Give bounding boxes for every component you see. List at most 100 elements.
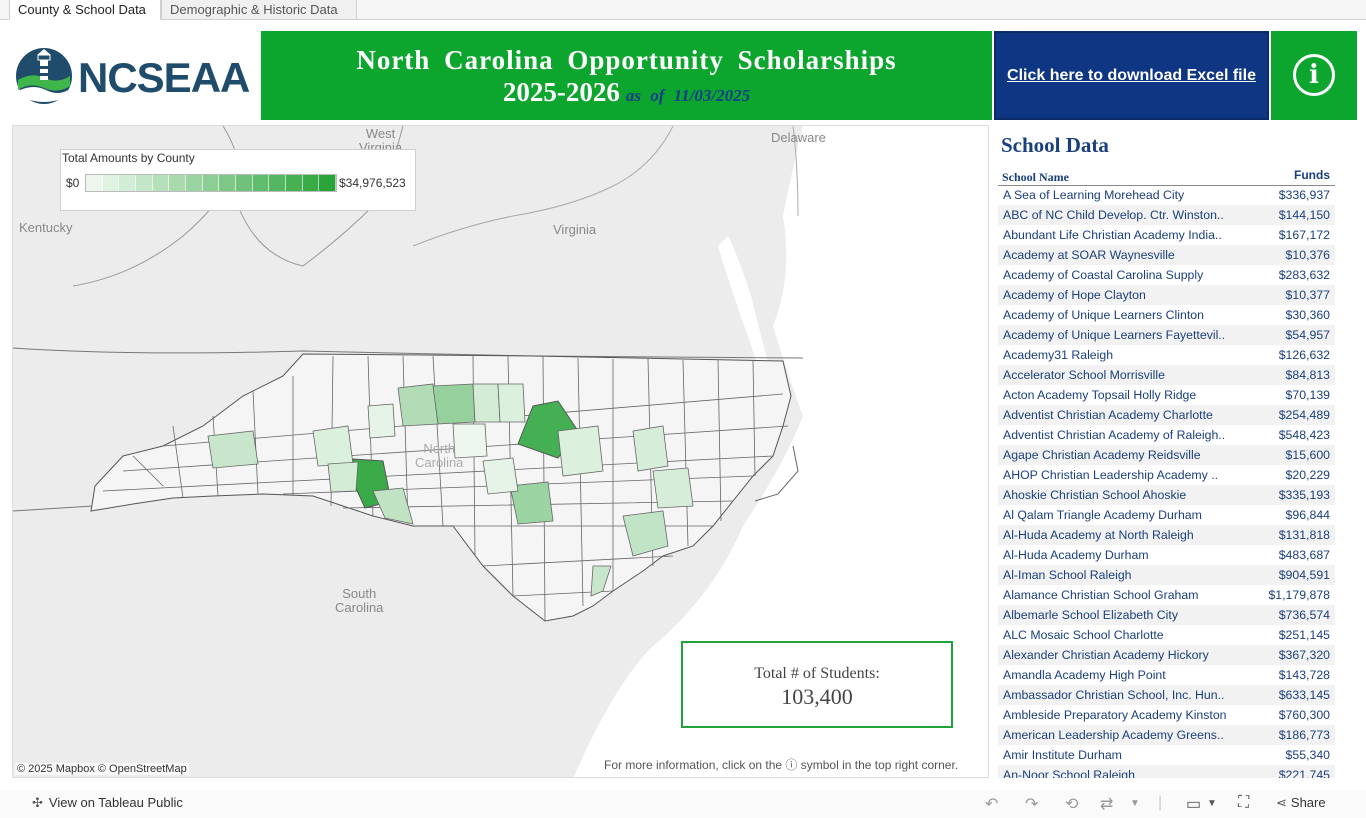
legend-swatch (169, 175, 187, 191)
download-excel-box: Click here to download Excel file (994, 31, 1269, 120)
school-name: Ahoskie Christian School Ahoskie (1003, 488, 1187, 502)
info-circle-icon[interactable]: i (1293, 54, 1335, 96)
school-row[interactable]: ABC of NC Child Develop. Ctr. Winston.. $… (998, 205, 1335, 225)
school-row[interactable]: A Sea of Learning Morehead City $336,937 (998, 185, 1335, 205)
county-map[interactable]: West Virginia Delaware Kentucky Virginia… (12, 125, 989, 778)
school-funds: $10,377 (1285, 288, 1330, 302)
tableau-icon: ✣ (32, 795, 43, 810)
share-label: Share (1290, 795, 1326, 810)
school-name: Adventist Christian Academy Charlotte (1003, 408, 1213, 422)
legend-swatch (152, 175, 170, 191)
school-data-panel: School Data School Name Funds A Sea of L… (998, 125, 1338, 778)
school-row[interactable]: AHOP Christian Leadership Academy .. $20,… (998, 465, 1335, 485)
school-row[interactable]: An-Noor School Raleigh $221,745 (998, 765, 1335, 778)
school-name: A Sea of Learning Morehead City (1003, 188, 1185, 202)
school-name: Alamance Christian School Graham (1003, 588, 1199, 602)
school-row[interactable]: Al Qalam Triangle Academy Durham $96,844 (998, 505, 1335, 525)
school-name: Alexander Christian Academy Hickory (1003, 648, 1209, 662)
more-info-note: For more information, click on the ⓘ sym… (604, 758, 959, 772)
comment-dropdown-icon[interactable]: ▼ (1207, 798, 1217, 809)
school-name: Ambassador Christian School, Inc. Hun.. (1003, 688, 1225, 702)
school-row[interactable]: Albemarle School Elizabeth City $736,574 (998, 605, 1335, 625)
school-funds: $15,600 (1285, 448, 1330, 462)
school-row[interactable]: Al-Huda Academy Durham $483,687 (998, 545, 1335, 565)
legend-swatch (219, 175, 237, 191)
fullscreen-icon[interactable]: ⛶ (1238, 794, 1249, 812)
school-row[interactable]: Academy of Hope Clayton $10,377 (998, 285, 1335, 305)
school-row[interactable]: Amir Institute Durham $55,340 (998, 745, 1335, 765)
as-of-date: as of 11/03/2025 (625, 86, 751, 105)
school-name: Amandla Academy High Point (1003, 668, 1166, 682)
school-funds: $126,632 (1278, 348, 1330, 362)
redo-icon[interactable]: ↷ (1025, 794, 1038, 814)
school-name: American Leadership Academy Greens.. (1003, 728, 1224, 742)
school-year: 2025-2026 (502, 77, 620, 107)
download-excel-link[interactable]: Click here to download Excel file (996, 67, 1267, 85)
share-button[interactable]: ⋖ Share (1276, 795, 1326, 811)
school-row[interactable]: Agape Christian Academy Reidsville $15,60… (998, 445, 1335, 465)
share-icon: ⋖ (1276, 795, 1287, 810)
column-header-funds[interactable]: Funds (1294, 168, 1330, 182)
school-name: Academy of Unique Learners Clinton (1003, 308, 1204, 322)
legend-min: $0 (66, 176, 80, 190)
legend-swatch (319, 175, 337, 191)
school-table-body: A Sea of Learning Morehead City $336,937 A… (998, 185, 1335, 778)
undo-icon[interactable]: ↶ (985, 794, 998, 814)
tab-county-school-data[interactable]: County & School Data (9, 0, 161, 20)
school-name: Al Qalam Triangle Academy Durham (1003, 508, 1202, 522)
school-row[interactable]: Abundant Life Christian Academy India.. $… (998, 225, 1335, 245)
school-row[interactable]: Accelerator School Morrisville $84,813 (998, 365, 1335, 385)
school-row[interactable]: Adventist Christian Academy Charlotte $25… (998, 405, 1335, 425)
school-row[interactable]: Al-Huda Academy at North Raleigh $131,818 (998, 525, 1335, 545)
school-row[interactable]: Ambleside Preparatory Academy Kinston $76… (998, 705, 1335, 725)
school-row[interactable]: American Leadership Academy Greens.. $186… (998, 725, 1335, 745)
school-name: Amir Institute Durham (1003, 748, 1122, 762)
school-row[interactable]: Academy31 Raleigh $126,632 (998, 345, 1335, 365)
total-students-box: Total # of Students: 103,400 (681, 641, 953, 728)
school-name: Abundant Life Christian Academy India.. (1003, 228, 1222, 242)
view-on-tableau-button[interactable]: ✣ View on Tableau Public (32, 795, 183, 811)
school-row[interactable]: Academy of Unique Learners Fayettevil.. $… (998, 325, 1335, 345)
school-name: Academy of Unique Learners Fayettevil.. (1003, 328, 1226, 342)
label-virginia: Virginia (553, 222, 597, 237)
revert-icon[interactable]: ⟲ (1065, 794, 1078, 814)
school-row[interactable]: Ambassador Christian School, Inc. Hun.. $… (998, 685, 1335, 705)
chevron-down-icon[interactable]: ▼ (1130, 798, 1140, 809)
school-funds: $483,687 (1278, 548, 1330, 562)
tab-demographic-historic-data[interactable]: Demographic & Historic Data (161, 0, 357, 20)
legend-max: $34,976,523 (339, 176, 406, 190)
lighthouse-logo-icon (16, 48, 72, 104)
school-name: Ambleside Preparatory Academy Kinston (1003, 708, 1227, 722)
school-name: Academy of Hope Clayton (1003, 288, 1146, 302)
school-name: Albemarle School Elizabeth City (1003, 608, 1178, 622)
school-name: An-Noor School Raleigh (1003, 768, 1135, 778)
school-funds: $144,150 (1278, 208, 1330, 222)
school-row[interactable]: Al-Iman School Raleigh $904,591 (998, 565, 1335, 585)
school-row[interactable]: Adventist Christian Academy of Raleigh..… (998, 425, 1335, 445)
map-attribution[interactable]: © 2025 Mapbox © OpenStreetMap (15, 763, 189, 775)
school-row[interactable]: Academy of Unique Learners Clinton $30,36… (998, 305, 1335, 325)
legend-swatch (186, 175, 203, 191)
school-row[interactable]: Alexander Christian Academy Hickory $367,… (998, 645, 1335, 665)
school-row[interactable]: ALC Mosaic School Charlotte $251,145 (998, 625, 1335, 645)
school-row[interactable]: Ahoskie Christian School Ahoskie $335,193 (998, 485, 1335, 505)
legend-swatch (119, 175, 137, 191)
school-row[interactable]: Academy at SOAR Waynesville $10,376 (998, 245, 1335, 265)
legend-swatch (102, 175, 120, 191)
school-name: Accelerator School Morrisville (1003, 368, 1165, 382)
refresh-icon[interactable]: ⇄ (1100, 794, 1113, 814)
school-name: Agape Christian Academy Reidsville (1003, 448, 1201, 462)
column-header-school-name[interactable]: School Name (1002, 170, 1069, 185)
school-name: Al-Huda Academy at North Raleigh (1003, 528, 1194, 542)
school-row[interactable]: Alamance Christian School Graham $1,179,8… (998, 585, 1335, 605)
comment-icon[interactable]: ▭ (1186, 794, 1201, 814)
school-row[interactable]: Amandla Academy High Point $143,728 (998, 665, 1335, 685)
school-funds: $548,423 (1278, 428, 1330, 442)
school-row[interactable]: Academy of Coastal Carolina Supply $283,6… (998, 265, 1335, 285)
label-delaware: Delaware (771, 130, 826, 145)
page-title: North Carolina Opportunity Scholarships (356, 45, 897, 75)
legend-swatch (286, 175, 303, 191)
school-funds: $251,145 (1278, 628, 1330, 642)
school-funds: $131,818 (1278, 528, 1330, 542)
school-row[interactable]: Acton Academy Topsail Holly Ridge $70,139 (998, 385, 1335, 405)
